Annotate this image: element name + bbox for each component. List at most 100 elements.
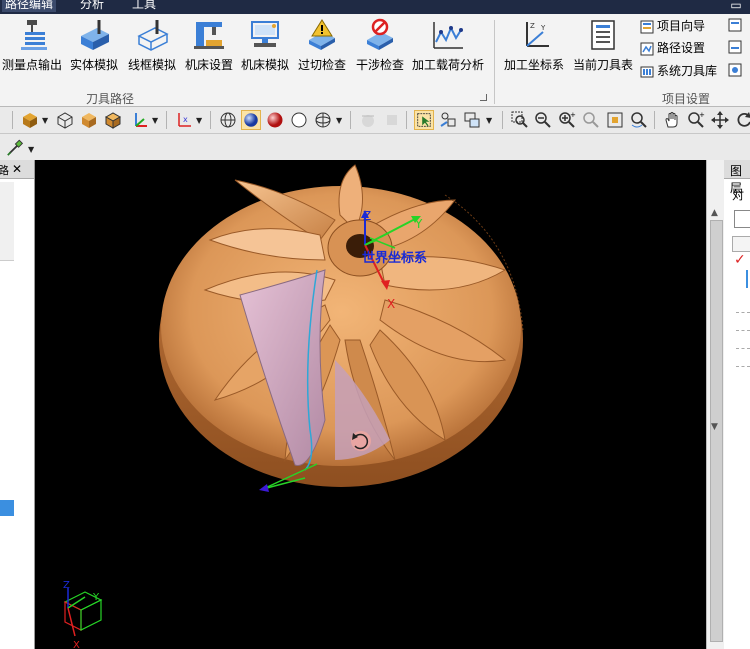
project-wizard-item[interactable]: 项目向导 <box>640 16 705 36</box>
shaded-sphere-icon <box>244 113 258 127</box>
menu-path-edit[interactable]: 路径编辑 <box>2 0 57 12</box>
select-entities-icon[interactable] <box>438 110 458 130</box>
axis-orient-dropdown-icon[interactable]: ▼ <box>152 116 158 125</box>
view-cube-dropdown-icon[interactable]: ▼ <box>42 116 48 125</box>
color-picker-icon[interactable] <box>6 138 24 156</box>
scroll-up-icon[interactable]: ▲ <box>711 208 718 218</box>
selected-tree-item[interactable] <box>0 500 14 516</box>
current-tool-table-button[interactable]: 当前刀具表 <box>570 14 636 74</box>
triad-y-label: Y <box>92 592 100 603</box>
svg-text:+: + <box>699 111 705 119</box>
globe-icon[interactable] <box>313 110 333 130</box>
machining-load-analysis-icon <box>433 22 463 49</box>
shaded-sphere-button[interactable] <box>241 110 261 130</box>
globe-grid-icon[interactable] <box>218 110 238 130</box>
disabled-section-icon <box>387 115 397 125</box>
toolpath-group-label: 刀具路径 <box>86 92 135 106</box>
menu-analysis[interactable]: 分析 <box>80 0 104 12</box>
color-picker-dropdown-icon[interactable]: ▼ <box>28 145 34 154</box>
partial-ribbon-icon[interactable] <box>728 63 742 77</box>
rotate-view-icon[interactable] <box>734 110 750 130</box>
zoom-fit-icon[interactable] <box>605 110 625 130</box>
svg-text:x: x <box>183 115 188 124</box>
machining-coordinate-label: 加工坐标系 <box>503 58 564 72</box>
machining-coordinate-button[interactable]: Z Y 加工坐标系 <box>500 14 568 74</box>
overcut-check-button[interactable]: 过切检查 <box>294 14 350 74</box>
layer-row-divider <box>736 348 750 349</box>
3d-viewport[interactable]: Z Y X 世界坐标系 Z Y X <box>35 160 706 649</box>
layer-selection-marker <box>746 270 748 288</box>
axis-x-label: X <box>387 297 395 311</box>
zoom-dynamic-icon[interactable] <box>629 110 649 130</box>
layer-visible-check-icon[interactable]: ✓ <box>734 252 746 268</box>
scroll-down-icon[interactable]: ▼ <box>711 422 718 432</box>
overcut-check-icon <box>309 19 335 50</box>
toolbar-separator <box>350 111 351 129</box>
toolpath-group-launcher-icon[interactable] <box>480 94 487 101</box>
partial-ribbon-icon[interactable] <box>728 40 742 54</box>
machine-simulation-button[interactable]: 机床模拟 <box>238 14 292 74</box>
path-settings-icon <box>640 42 654 55</box>
pick-filter-button[interactable] <box>414 110 434 130</box>
layer-row-divider <box>736 330 750 331</box>
axis-z-label: Z <box>363 209 371 223</box>
outline-sphere-icon[interactable] <box>289 110 309 130</box>
coordinate-system-dropdown-icon[interactable]: ▼ <box>196 116 202 125</box>
menu-tools[interactable]: 工具 <box>132 0 156 12</box>
zoom-in-icon[interactable]: + <box>557 110 577 130</box>
new-layer-icon[interactable] <box>734 210 750 228</box>
wire-box-icon[interactable] <box>55 110 75 130</box>
restore-window-icon[interactable]: ▭ <box>726 0 746 12</box>
interference-check-label: 干涉检查 <box>355 58 404 72</box>
solid-simulation-label: 实体模拟 <box>69 58 118 72</box>
layer-panel-row: 对 <box>732 188 745 202</box>
impeller-model[interactable]: Z Y X 世界坐标系 Z Y X <box>35 160 706 649</box>
toolbar-separator <box>166 111 167 129</box>
red-sphere-icon[interactable] <box>265 110 285 130</box>
interference-check-button[interactable]: 干涉检查 <box>352 14 408 74</box>
viewport-scrollbar[interactable]: ▲ ▼ <box>706 160 725 649</box>
close-icon[interactable]: ✕ <box>12 162 22 176</box>
move-arrows-icon[interactable] <box>710 110 730 130</box>
shaded-box-icon[interactable] <box>79 110 99 130</box>
select-mode-dropdown-icon[interactable]: ▼ <box>486 116 492 125</box>
wireframe-simulation-button[interactable]: 线框模拟 <box>124 14 180 74</box>
machine-simulation-label: 机床模拟 <box>240 58 289 72</box>
axis-orient-icon[interactable] <box>130 110 150 130</box>
zoom-previous-icon[interactable] <box>581 110 601 130</box>
measure-point-output-button[interactable]: 测量点输出 <box>0 14 64 74</box>
globe-dropdown-icon[interactable]: ▼ <box>336 116 342 125</box>
partial-ribbon-icon[interactable] <box>728 18 742 32</box>
interference-check-icon <box>367 18 393 50</box>
pick-filter-icon <box>417 113 431 127</box>
pan-hand-icon[interactable] <box>662 110 682 130</box>
triad-x-label: X <box>73 640 80 649</box>
solid-simulation-button[interactable]: 实体模拟 <box>66 14 122 74</box>
toolbar-separator <box>502 111 503 129</box>
coordinate-system-icon[interactable]: x <box>174 110 194 130</box>
select-mode-icon[interactable] <box>462 110 482 130</box>
path-settings-item[interactable]: 路径设置 <box>640 38 705 58</box>
axis-y-label: Y <box>414 217 423 231</box>
machine-setup-icon <box>194 22 224 49</box>
machine-setup-button[interactable]: 机床设置 <box>182 14 236 74</box>
world-coordinate-system-label: 世界坐标系 <box>362 250 427 266</box>
machining-load-analysis-button[interactable]: 加工载荷分析 <box>410 14 486 74</box>
zoom-window-icon[interactable] <box>510 110 530 130</box>
disabled-render-icon <box>362 115 374 127</box>
ribbon-separator <box>494 20 495 104</box>
path-tree-panel: 路 ✕ <box>0 160 35 649</box>
svg-text:+: + <box>570 111 576 119</box>
system-tool-library-item[interactable]: 系统刀具库 <box>640 61 717 81</box>
measure-point-output-label: 测量点输出 <box>1 58 62 72</box>
toolbar-separator <box>654 111 655 129</box>
project-wizard-label: 项目向导 <box>657 19 706 33</box>
overcut-check-label: 过切检查 <box>297 58 346 72</box>
path-settings-label: 路径设置 <box>657 41 706 55</box>
machining-coordinate-icon: Z Y <box>526 22 549 47</box>
toolbar-separator <box>12 111 13 129</box>
view-cube-icon[interactable] <box>20 110 40 130</box>
zoom-out-icon[interactable] <box>533 110 553 130</box>
zoom-point-icon[interactable]: + <box>686 110 706 130</box>
edge-box-icon[interactable] <box>103 110 123 130</box>
